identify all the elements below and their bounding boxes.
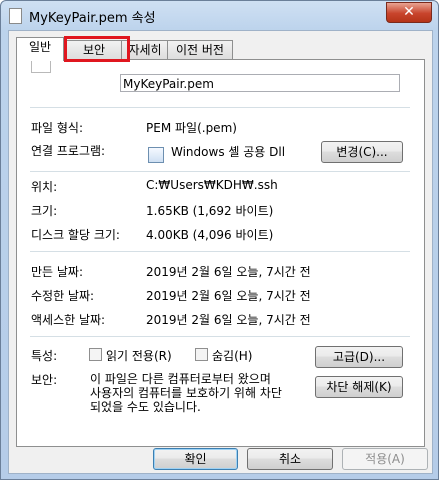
- readonly-checkbox[interactable]: [89, 348, 102, 361]
- readonly-checkbox-label[interactable]: 읽기 전용(R): [106, 347, 172, 364]
- hidden-checkbox[interactable]: [195, 348, 208, 361]
- apply-button[interactable]: 적용(A): [342, 448, 428, 470]
- unblock-button[interactable]: 차단 해제(K): [315, 376, 403, 398]
- cancel-button[interactable]: 취소: [247, 448, 333, 470]
- attributes-label: 특성:: [31, 349, 58, 363]
- created-value: 2019년 2월 6일 오늘, 7시간 전: [146, 265, 311, 279]
- tab-security-highlight: [64, 36, 130, 62]
- opens-with-value: Windows 셸 공용 Dll: [171, 145, 286, 159]
- location-value: C:₩Users₩KDH₩.ssh: [146, 178, 278, 192]
- hidden-checkbox-label[interactable]: 숨김(H): [212, 347, 252, 364]
- modified-label: 수정한 날짜:: [31, 289, 95, 303]
- type-value: PEM 파일(.pem): [146, 121, 237, 135]
- properties-window: MyKeyPair.pem 속성 ✕ 일반 보안 자세히 이전 버전 확인 취소…: [0, 0, 439, 480]
- tab-previous-versions[interactable]: 이전 버전: [167, 40, 233, 60]
- opens-with-label: 연결 프로그램:: [31, 144, 106, 158]
- accessed-label: 액세스한 날짜:: [31, 313, 106, 327]
- tab-general[interactable]: 일반: [16, 37, 64, 61]
- separator: [30, 171, 410, 172]
- separator: [30, 107, 410, 108]
- size-on-disk-label: 디스크 할당 크기:: [31, 228, 120, 242]
- security-text-line3: 되었을 수도 있습니다.: [90, 400, 201, 414]
- size-label: 크기:: [31, 204, 58, 218]
- modified-value: 2019년 2월 6일 오늘, 7시간 전: [146, 289, 311, 303]
- file-name-input[interactable]: MyKeyPair.pem: [120, 74, 400, 92]
- security-label: 보안:: [31, 373, 58, 387]
- dialog-client: 일반 보안 자세히 이전 버전 확인 취소 적용(A): [8, 30, 433, 474]
- location-label: 위치:: [31, 180, 58, 194]
- accessed-value: 2019년 2월 6일 오늘, 7시간 전: [146, 313, 311, 327]
- window-title: MyKeyPair.pem 속성: [29, 11, 156, 26]
- advanced-button[interactable]: 고급(D)...: [315, 346, 403, 368]
- size-value: 1.65KB (1,692 바이트): [146, 204, 274, 218]
- file-icon: [9, 8, 22, 24]
- change-button[interactable]: 변경(C)...: [321, 141, 403, 163]
- separator: [30, 336, 410, 337]
- created-label: 만든 날짜:: [31, 265, 84, 279]
- close-button[interactable]: ✕: [386, 2, 432, 23]
- app-icon: [148, 147, 164, 163]
- ok-button[interactable]: 확인: [153, 448, 238, 470]
- size-on-disk-value: 4.00KB (4,096 바이트): [146, 228, 274, 242]
- separator: [30, 251, 410, 252]
- type-label: 파일 형식:: [31, 121, 84, 135]
